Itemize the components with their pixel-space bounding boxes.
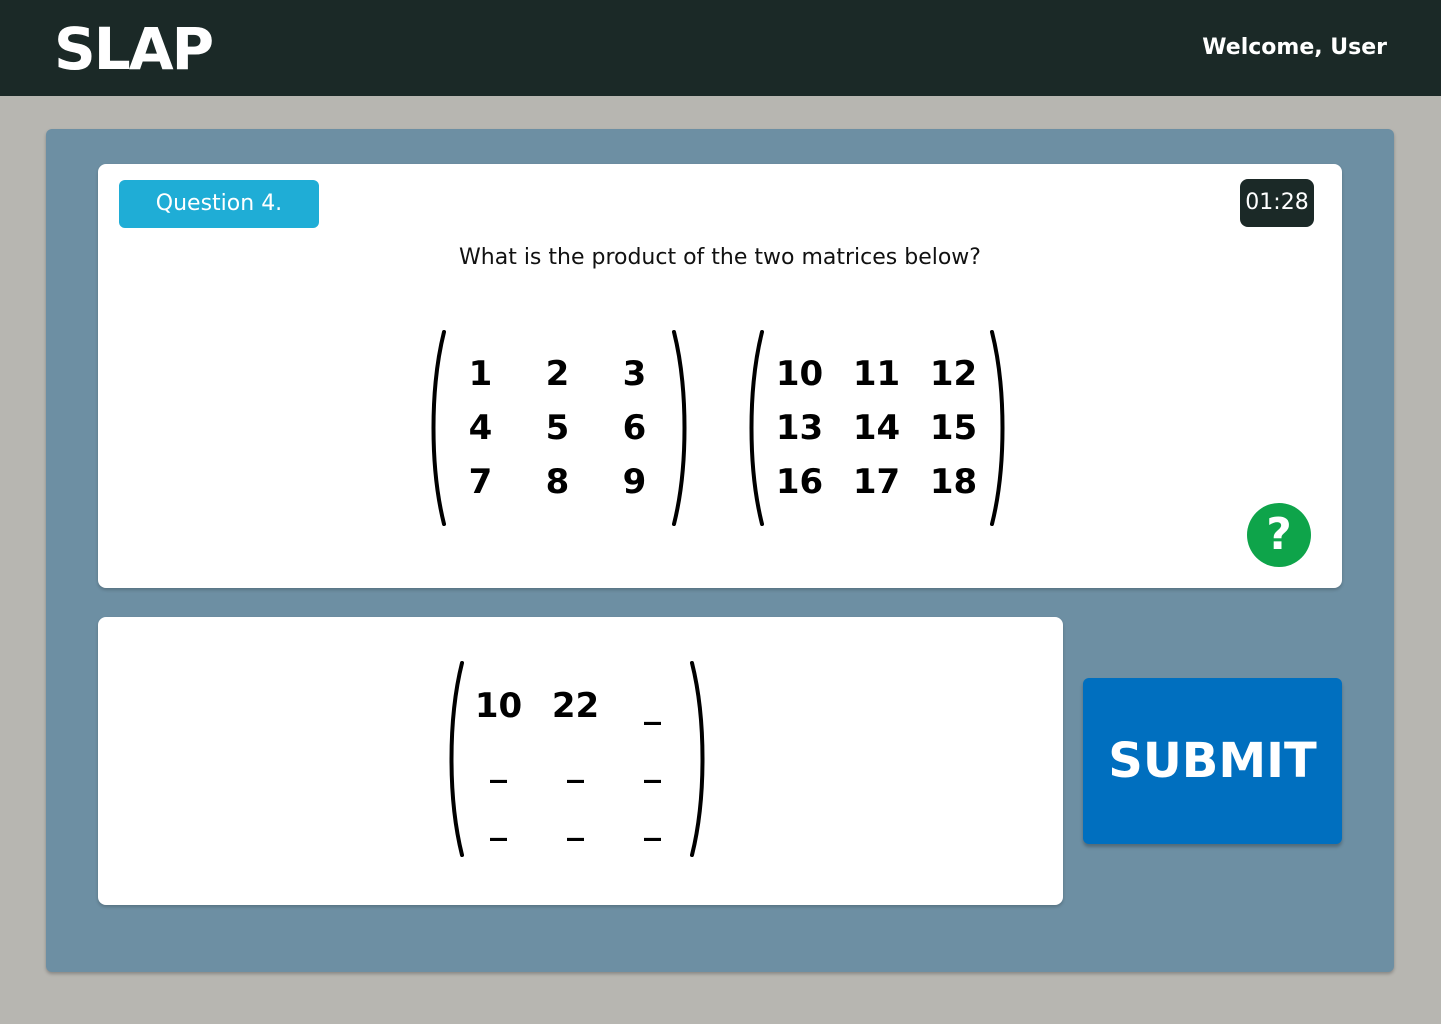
answer-card — [98, 617, 1063, 905]
matrix-b-cell: 18 — [929, 462, 978, 502]
matrix-a-cell: 6 — [622, 408, 647, 448]
right-paren-icon — [690, 661, 705, 857]
matrix-b-cell: 10 — [775, 354, 824, 394]
answer-cell-input[interactable] — [614, 735, 691, 793]
matrix-b-cell: 16 — [775, 462, 824, 502]
matrix-a-cell: 1 — [468, 354, 493, 394]
help-button[interactable]: ? — [1247, 503, 1311, 567]
top-bar: SLAP Welcome, User — [0, 0, 1441, 96]
answer-cell-input[interactable] — [460, 793, 537, 851]
matrix-a: 1 2 3 4 5 6 7 8 9 — [442, 347, 673, 509]
matrix-a-cell: 4 — [468, 408, 493, 448]
matrix-a-cell: 9 — [622, 462, 647, 502]
answer-cell-input[interactable] — [614, 677, 691, 735]
matrix-b-cell: 14 — [852, 408, 901, 448]
answer-cell-input[interactable] — [537, 735, 614, 793]
matrix-b-cell: 17 — [852, 462, 901, 502]
submit-button[interactable]: SUBMIT — [1083, 678, 1342, 844]
matrix-b-cell: 11 — [852, 354, 901, 394]
answer-cell-input[interactable] — [537, 677, 614, 735]
matrix-a-cell: 8 — [545, 462, 570, 502]
matrix-a-cell: 2 — [545, 354, 570, 394]
right-paren-icon — [990, 330, 1005, 526]
question-card: Question 4. 01:28 What is the product of… — [98, 164, 1342, 588]
question-number-badge: Question 4. — [119, 180, 319, 228]
answer-cell-input[interactable] — [614, 793, 691, 851]
matrix-b-cell: 13 — [775, 408, 824, 448]
countdown-timer: 01:28 — [1240, 179, 1314, 227]
answer-cell-input[interactable] — [460, 735, 537, 793]
app-logo[interactable]: SLAP — [54, 14, 214, 84]
answer-cell-input[interactable] — [537, 793, 614, 851]
answer-cell-input[interactable] — [460, 677, 537, 735]
matrix-b-cell: 12 — [929, 354, 978, 394]
matrix-b-cell: 15 — [929, 408, 978, 448]
welcome-message: Welcome, User — [1202, 35, 1387, 60]
matrix-b: 10 11 12 13 14 15 16 17 18 — [761, 347, 992, 509]
matrix-a-cell: 5 — [545, 408, 570, 448]
right-paren-icon — [672, 330, 687, 526]
answer-matrix — [460, 677, 691, 851]
matrix-a-cell: 3 — [622, 354, 647, 394]
question-text: What is the product of the two matrices … — [459, 245, 981, 270]
matrix-a-cell: 7 — [468, 462, 493, 502]
